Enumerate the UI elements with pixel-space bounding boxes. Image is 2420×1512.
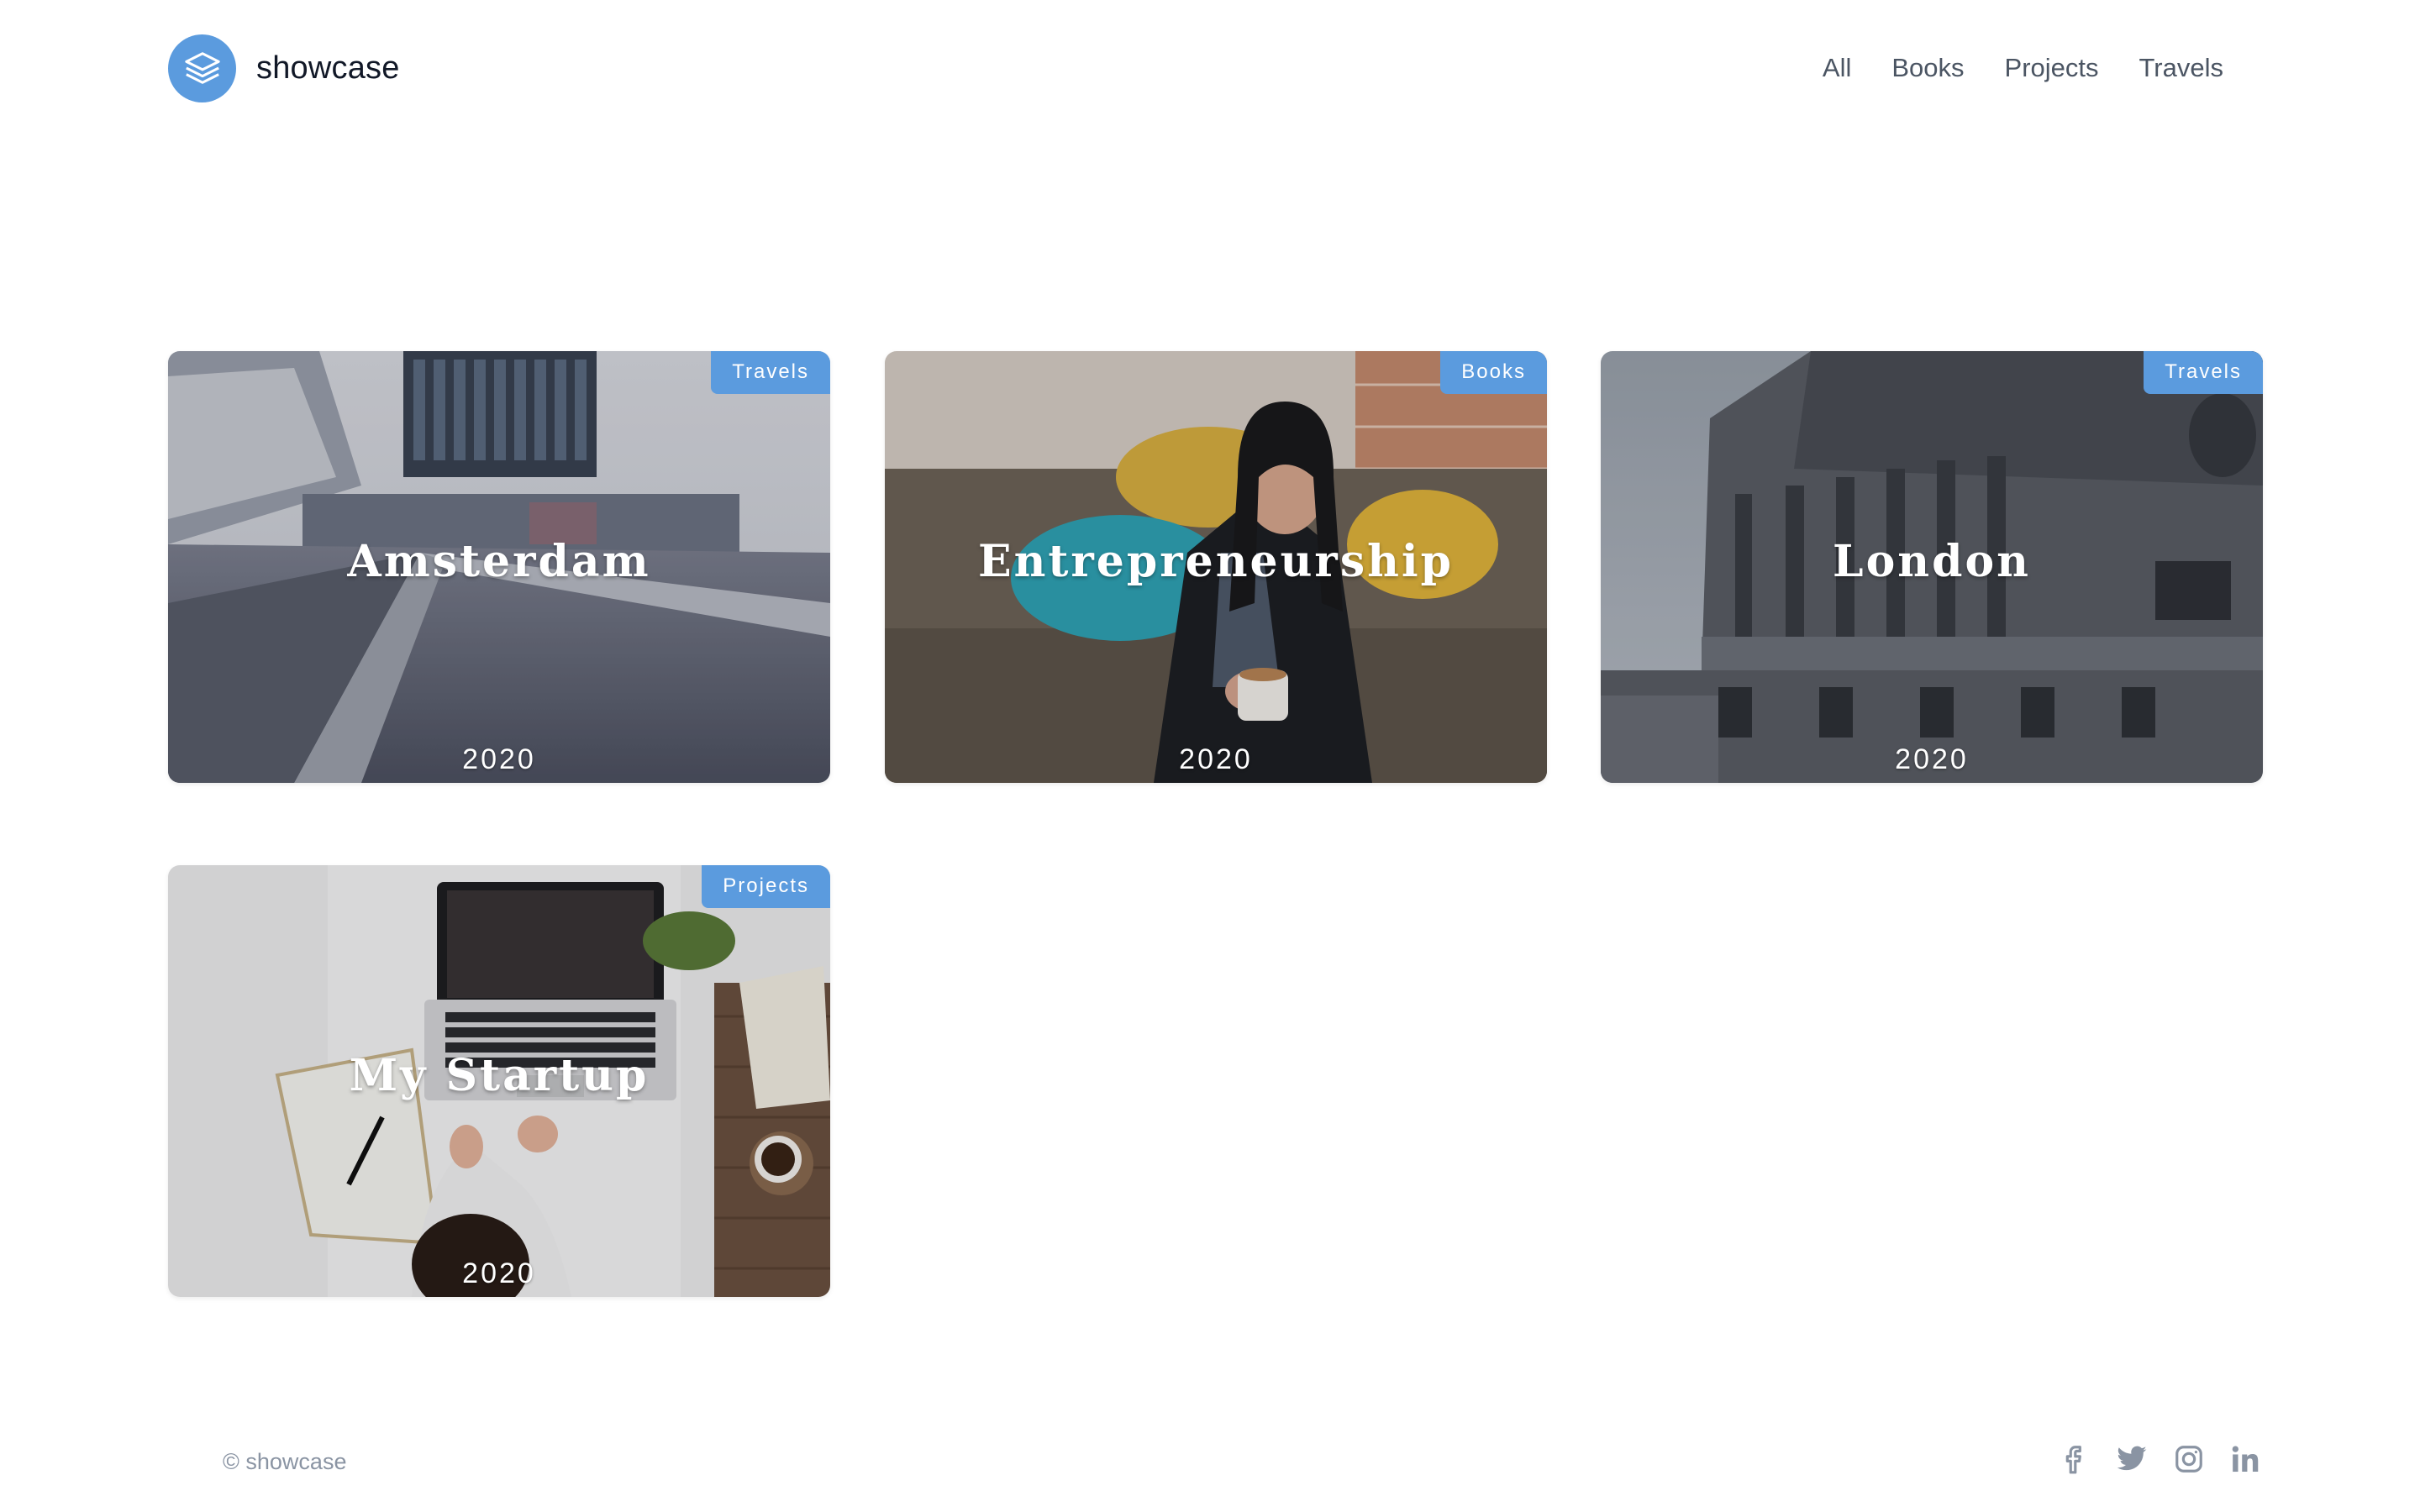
category-badge: Projects — [702, 865, 830, 908]
nav-projects[interactable]: Projects — [2005, 53, 2099, 83]
card-title: Entrepreneurship — [977, 536, 1455, 587]
twitter-icon[interactable] — [2116, 1443, 2148, 1475]
instagram-icon[interactable] — [2173, 1443, 2205, 1475]
card-amsterdam[interactable]: Travels Amsterdam 2020 — [168, 351, 830, 783]
card-my-startup[interactable]: Projects My Startup 2020 — [168, 865, 830, 1297]
stacked-layers-icon — [168, 34, 236, 102]
card-entrepreneurship[interactable]: Books Entrepreneurship 2020 — [885, 351, 1547, 783]
linkedin-icon[interactable] — [2230, 1443, 2262, 1475]
card-title: Amsterdam — [347, 536, 651, 587]
nav-travels[interactable]: Travels — [2139, 53, 2223, 83]
card-year: 2020 — [462, 1257, 536, 1289]
card-title: My Startup — [349, 1050, 650, 1101]
footer-copyright: © showcase — [223, 1449, 347, 1474]
category-badge: Books — [1440, 351, 1547, 394]
site-header: showcase All Books Projects Travels — [168, 32, 2252, 104]
category-badge: Travels — [711, 351, 830, 394]
card-london[interactable]: Travels London 2020 — [1601, 351, 2263, 783]
category-badge: Travels — [2144, 351, 2263, 394]
card-year: 2020 — [1179, 743, 1253, 775]
main-nav: All Books Projects Travels — [1823, 53, 2223, 83]
facebook-icon[interactable] — [2059, 1443, 2091, 1475]
brand-name: showcase — [256, 50, 400, 86]
social-links — [2059, 1443, 2262, 1475]
card-year: 2020 — [1895, 743, 1969, 775]
card-title: London — [1833, 536, 2031, 587]
nav-books[interactable]: Books — [1891, 53, 1964, 83]
card-year: 2020 — [462, 743, 536, 775]
nav-all[interactable]: All — [1823, 53, 1851, 83]
brand-link[interactable]: showcase — [168, 34, 400, 102]
